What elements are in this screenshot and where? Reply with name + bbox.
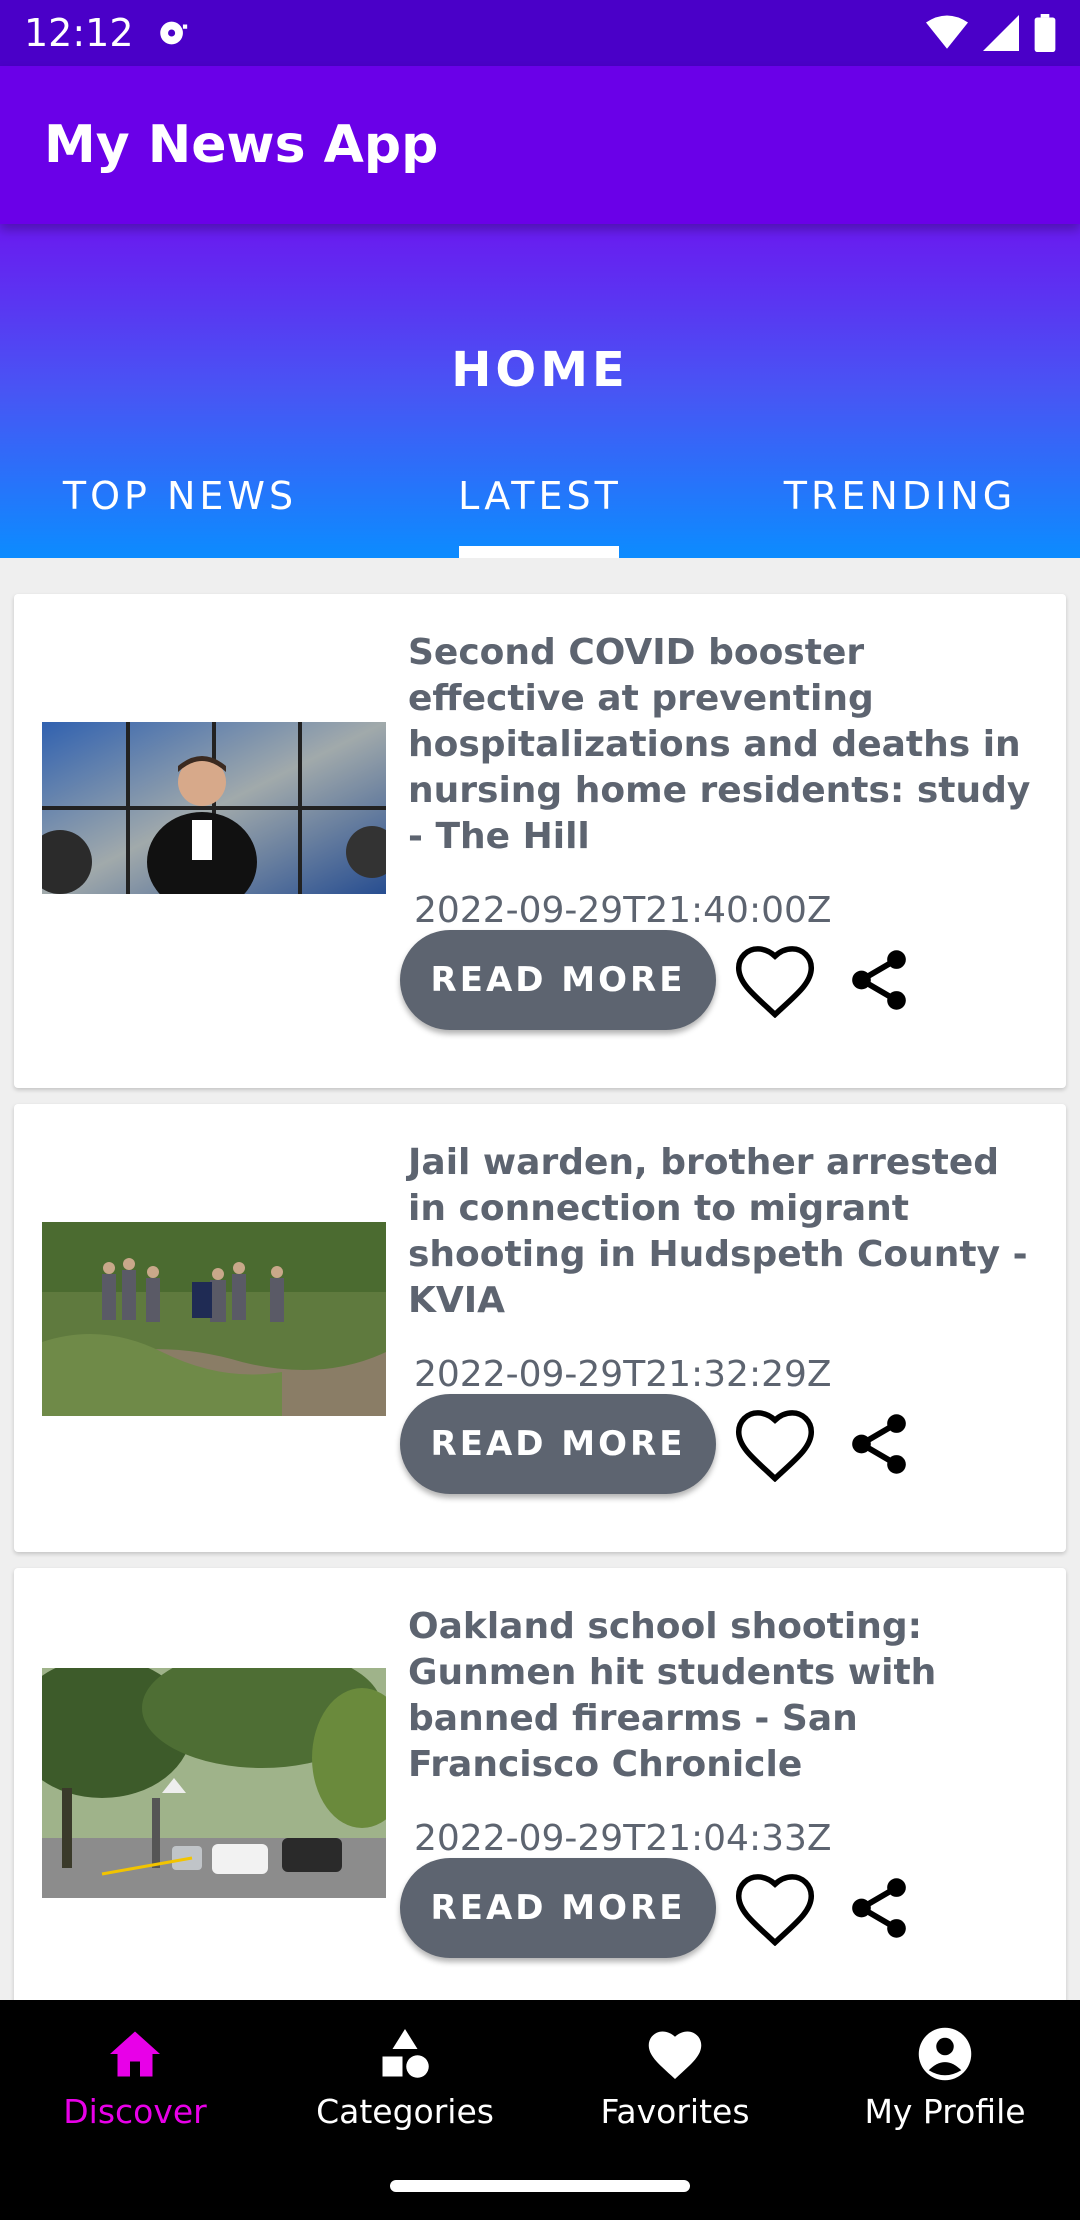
news-thumbnail[interactable] [42,1668,386,1898]
home-icon [110,2031,160,2077]
tab-bar: TOP NEWS LATEST TRENDING [0,464,1080,558]
news-card[interactable]: Oakland school shooting: Gunmen hit stud… [14,1568,1066,2000]
nav-label: Categories [316,2092,494,2131]
home-header: HOME TOP NEWS LATEST TRENDING [0,224,1080,558]
article-title[interactable]: Second COVID booster effective at preven… [408,630,1036,860]
article-title[interactable]: Oakland school shooting: Gunmen hit stud… [408,1604,1036,1788]
nav-my-profile[interactable]: My Profile [810,2000,1080,2154]
share-icon[interactable] [834,935,924,1025]
tab-latest[interactable]: LATEST [360,464,720,558]
share-icon[interactable] [834,1863,924,1953]
read-more-button[interactable]: READ MORE [400,1858,716,1958]
favorite-icon[interactable] [730,1399,820,1489]
nav-label: Discover [63,2092,207,2131]
page-title: HOME [451,342,629,398]
heart-icon [648,2031,702,2079]
home-gesture-handle[interactable] [390,2180,690,2192]
shapes-icon [382,2029,429,2078]
favorite-icon[interactable] [730,1863,820,1953]
status-bar: 12:12 [0,0,1080,66]
app-title: My News App [44,115,439,175]
app-bar: My News App [0,66,1080,224]
battery-icon [1034,14,1056,52]
bottom-navigation: Discover Categories Favorites My Profile [0,2000,1080,2154]
wifi-icon [926,15,968,49]
article-date: 2022-09-29T21:04:33Z [414,1818,832,1859]
system-gesture-area [0,2154,1080,2220]
article-date: 2022-09-29T21:40:00Z [414,890,832,931]
share-icon[interactable] [834,1399,924,1489]
read-more-button[interactable]: READ MORE [400,930,716,1030]
article-title[interactable]: Jail warden, brother arrested in connect… [408,1140,1036,1324]
nav-discover[interactable]: Discover [0,2000,270,2154]
favorite-icon[interactable] [730,935,820,1025]
news-card[interactable]: Second COVID booster effective at preven… [14,594,1066,1088]
news-thumbnail[interactable] [42,722,386,894]
read-more-button[interactable]: READ MORE [400,1394,716,1494]
article-date: 2022-09-29T21:32:29Z [414,1354,832,1395]
nav-label: My Profile [864,2092,1026,2131]
news-thumbnail[interactable] [42,1222,386,1416]
nav-favorites[interactable]: Favorites [540,2000,810,2154]
tab-trending[interactable]: TRENDING [720,464,1080,558]
nav-categories[interactable]: Categories [270,2000,540,2154]
nav-label: Favorites [600,2092,750,2131]
media-notification-icon [159,21,187,45]
status-time: 12:12 [24,11,134,55]
signal-icon [983,15,1019,51]
news-card[interactable]: Jail warden, brother arrested in connect… [14,1104,1066,1552]
news-feed[interactable]: Second COVID booster effective at preven… [0,558,1080,2000]
account-icon [918,2027,972,2081]
tab-top-news[interactable]: TOP NEWS [0,464,360,558]
